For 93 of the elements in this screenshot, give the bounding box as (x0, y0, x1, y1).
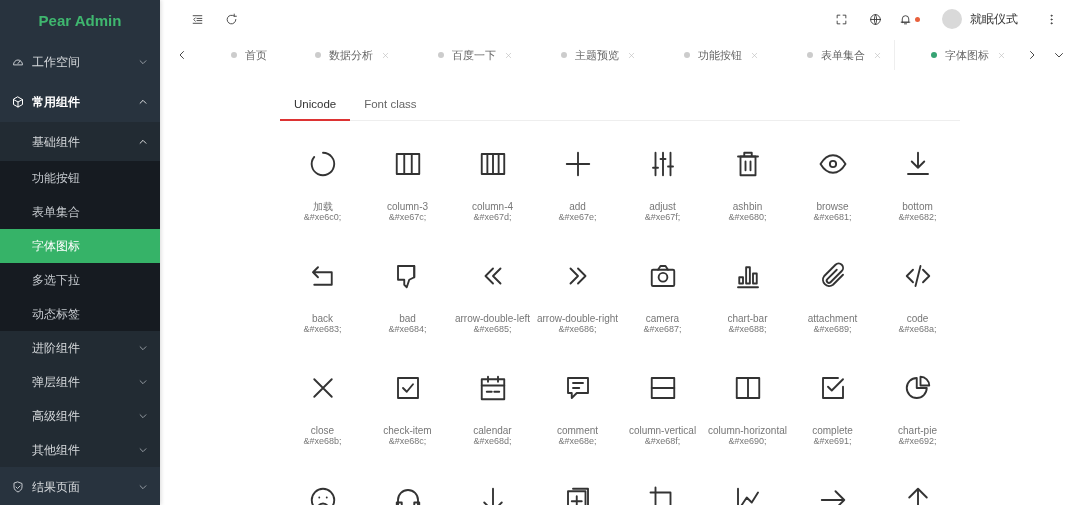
sidebar-item[interactable]: 结果页面 (0, 467, 160, 505)
content-tab[interactable]: Font class (350, 90, 431, 121)
sidebar-item[interactable]: 多选下拉 (0, 263, 160, 297)
shield-check-icon (12, 481, 24, 493)
chevron-icon (138, 97, 148, 107)
sidebar-item[interactable]: 表单集合 (0, 195, 160, 229)
menu-fold-icon (190, 12, 204, 26)
icon-name-text: close (310, 425, 335, 436)
icon-name-text: chart-pie (898, 425, 937, 436)
close-icon[interactable] (873, 50, 882, 60)
icon-code-text: &#xe684; (388, 324, 427, 334)
icon-name-text: complete (812, 425, 853, 436)
close-icon[interactable] (627, 50, 636, 60)
icon-code-text: &#xe68a; (898, 324, 937, 334)
icon-code-text: &#xe689; (813, 324, 852, 334)
page-tab[interactable]: 数据分析 (279, 40, 402, 70)
icon-name-text: attachment (807, 313, 858, 324)
fullscreen-icon (834, 12, 848, 26)
sidebar-item[interactable]: 高级组件 (0, 399, 160, 433)
icon-code-text: &#xe67d; (473, 212, 512, 222)
sidebar-item[interactable]: 基础组件 (0, 122, 160, 161)
sidebar-item[interactable]: 动态标签 (0, 297, 160, 331)
sidebar-item[interactable]: 功能按钮 (0, 161, 160, 195)
close-icon[interactable] (997, 50, 1006, 60)
icon-name-text: calendar (473, 425, 512, 436)
page-tab[interactable]: 功能按钮 (648, 40, 771, 70)
page-tab[interactable]: 字体图标 (894, 40, 1018, 70)
icon-code-text: &#xe68c; (388, 436, 427, 446)
icon-code-text: &#xe692; (898, 436, 937, 446)
icon-name-text: back (311, 313, 334, 324)
icon-name-text: column-3 (386, 201, 429, 212)
gauge-icon (12, 56, 24, 68)
icon-code-text: &#xe681; (813, 212, 852, 222)
sidebar-item[interactable]: 常用组件 (0, 82, 160, 122)
globe-icon (868, 12, 882, 26)
content-tab[interactable]: Unicode (280, 90, 351, 121)
icon-code-text: &#xe67f; (644, 212, 681, 222)
icon-name-text: add (569, 201, 586, 212)
icon-name-text: chart-bar (727, 313, 768, 324)
icon-code-text: &#xe687; (643, 324, 682, 334)
icon-name-text: column-vertical (628, 425, 697, 436)
icon-code-text: &#xe680; (728, 212, 767, 222)
icon-code-text: &#xe68e; (558, 436, 597, 446)
icon-name-text: code (906, 313, 929, 324)
icon-code-text: &#xe685; (473, 324, 512, 334)
icon-code-text: &#xe6c0; (303, 212, 342, 222)
sidebar-item[interactable]: 弹层组件 (0, 365, 160, 399)
icon-name-text: camera (645, 313, 680, 324)
icon-name-text: adjust (649, 201, 676, 212)
icon-name-text: column-horizontal (708, 425, 787, 436)
icon-name-text: bottom (902, 201, 933, 212)
icon-name-text: column-4 (471, 201, 514, 212)
icon-name-text: arrow-double-right (536, 313, 619, 324)
sidebar-item[interactable]: 工作空间 (0, 42, 160, 82)
icon-code-text: &#xe691; (813, 436, 852, 446)
page-tab[interactable]: 表单集合 (771, 40, 894, 70)
logo-text: Pear Admin (37, 10, 123, 31)
icon-code-text: &#xe67e; (558, 212, 597, 222)
icon-name-text: ashbin (732, 201, 763, 212)
icon-code-text: &#xe68b; (303, 436, 342, 446)
page-tab[interactable]: 首页 (195, 40, 279, 70)
icon-code-text: &#xe68d; (473, 436, 512, 446)
close-icon[interactable] (504, 50, 513, 60)
icon-name-text: bad (399, 313, 416, 324)
username-text[interactable]: 就眠仪式 (970, 10, 1018, 28)
icon-code-text: &#xe682; (898, 212, 937, 222)
icon-code-text: &#xe686; (558, 324, 597, 334)
chevron-icon (138, 377, 148, 387)
icon-code-text: &#xe688; (728, 324, 767, 334)
cube-icon (12, 96, 24, 108)
icon-code-text: &#xe68f; (644, 436, 681, 446)
icon-name-text: check-item (383, 425, 432, 436)
chevron-icon (138, 482, 148, 492)
avatar (942, 9, 962, 29)
icon-name-text: comment (556, 425, 599, 436)
icon-code-text: &#xe67c; (388, 212, 427, 222)
icon-name-text: 加载 (312, 201, 333, 212)
sidebar-item[interactable]: 其他组件 (0, 433, 160, 467)
chevron-icon (138, 343, 148, 353)
chevron-icon (138, 411, 148, 421)
page-tab[interactable]: 主题预览 (525, 40, 648, 70)
chevron-icon (138, 57, 148, 67)
icon-code-text: &#xe690; (728, 436, 767, 446)
close-icon[interactable] (750, 50, 759, 60)
sidebar-item[interactable]: 进阶组件 (0, 331, 160, 365)
page-tab[interactable]: 百度一下 (402, 40, 525, 70)
icon-code-text: &#xe683; (303, 324, 342, 334)
close-icon[interactable] (381, 50, 390, 60)
icon-name-text: browse (816, 201, 849, 212)
refresh-icon (224, 12, 238, 26)
notification-icon (898, 12, 912, 26)
icon-name-text: arrow-double-left (454, 313, 530, 324)
chevron-icon (138, 445, 148, 455)
